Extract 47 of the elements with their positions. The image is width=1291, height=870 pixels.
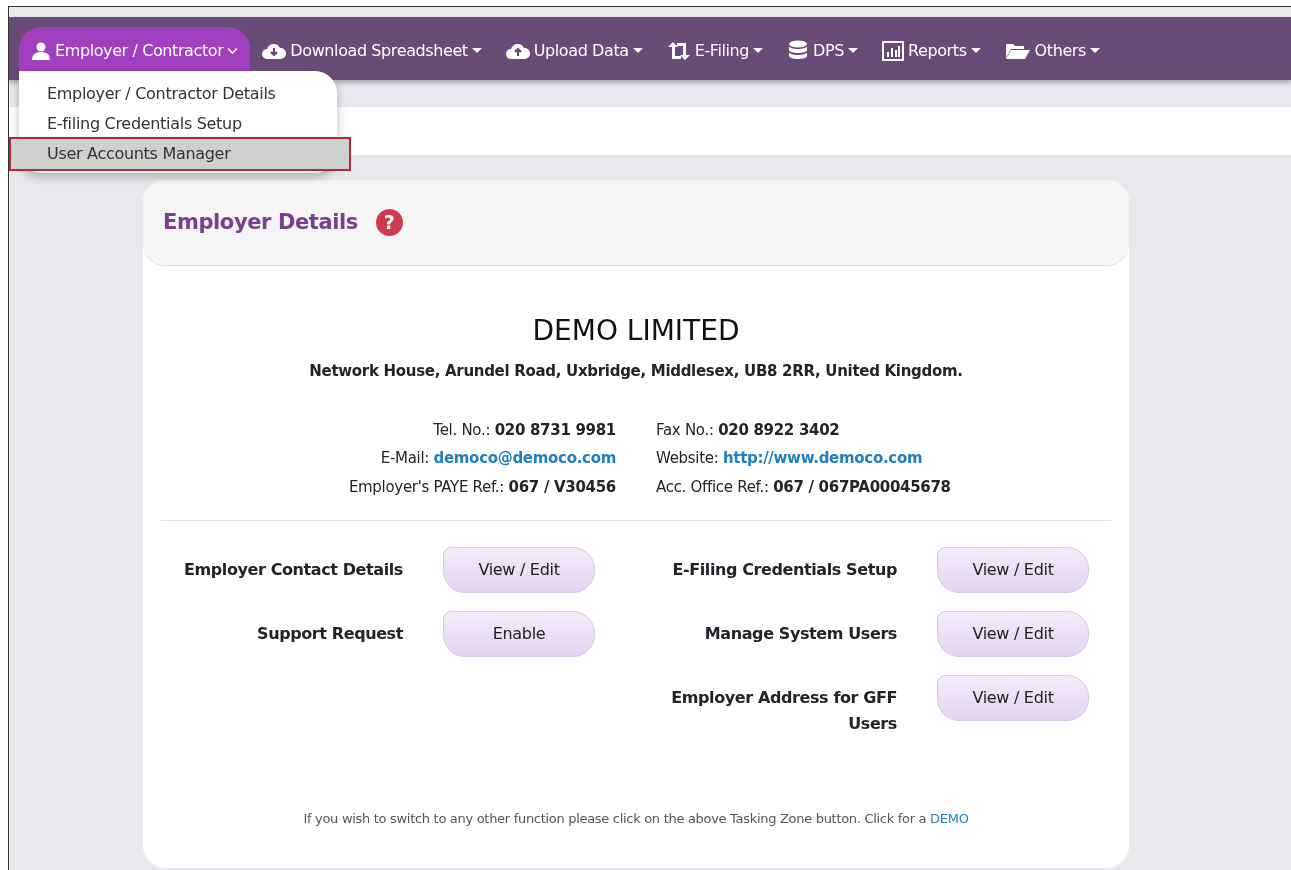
caret-icon [227, 46, 239, 55]
menu-item[interactable]: User Accounts Manager [11, 139, 349, 169]
action-label: Employer Contact Details [182, 559, 403, 581]
info-link[interactable]: democo@democo.com [433, 449, 616, 467]
footer-note: If you wish to switch to any other function please click on the above Tasking Zone button. Click for a DEMO [302, 810, 970, 828]
card-title: Employer Details [163, 209, 358, 236]
folder-open-icon [1004, 41, 1031, 60]
cloud-download-icon [262, 41, 287, 60]
nav-tab[interactable]: E-Filing [654, 27, 776, 80]
nav-tab[interactable]: Download Spreadsheet [250, 27, 494, 80]
menu-item[interactable]: E-filing Credentials Setup [19, 109, 337, 139]
nav-tab[interactable]: Upload Data [493, 27, 655, 80]
nav-tab[interactable]: Others [992, 27, 1112, 80]
company-name: DEMO LIMITED [531, 313, 741, 349]
database-icon [787, 39, 810, 62]
action-label: Manage System Users [703, 623, 897, 645]
action-label: Employer Address for GFF Users [670, 687, 897, 735]
info-field: E-Mail: democo@democo.com [143, 447, 616, 470]
action-button[interactable]: View / Edit [937, 611, 1089, 657]
info-field: Website: http://www.democo.com [656, 447, 1129, 470]
info-field: Fax No.: 020 8922 3402 [656, 418, 1129, 441]
action-label: E-Filing Credentials Setup [671, 559, 897, 581]
cloud-upload-icon [505, 41, 530, 60]
action-button[interactable]: View / Edit [937, 547, 1089, 593]
caret-icon [632, 47, 643, 54]
help-icon[interactable]: ? [375, 209, 403, 236]
caret-icon [471, 47, 482, 54]
info-field: Tel. No.: 020 8731 9981 [143, 418, 616, 441]
action-button[interactable]: View / Edit [937, 675, 1089, 721]
swap-arrows-icon [666, 41, 691, 60]
company-address: Network House, Arundel Road, Uxbridge, Middlesex, UB8 2RR, United Kingdom. [308, 361, 964, 382]
menu-item[interactable]: Employer / Contractor Details [19, 79, 337, 109]
action-label: Support Request [256, 623, 403, 645]
caret-icon [753, 47, 764, 54]
caret-icon [848, 47, 858, 54]
nav-tab[interactable]: Reports [870, 27, 993, 80]
bar-chart-icon [882, 40, 904, 61]
demo-link[interactable]: DEMO [930, 811, 969, 826]
action-button[interactable]: Enable [443, 611, 595, 657]
info-field: Acc. Office Ref.: 067 / 067PA00045678 [656, 475, 1129, 498]
caret-icon [1089, 47, 1100, 54]
caret-icon [970, 47, 981, 54]
action-button[interactable]: View / Edit [443, 547, 595, 593]
info-link[interactable]: http://www.democo.com [722, 449, 923, 467]
nav-tab[interactable]: DPS [775, 27, 870, 80]
user-icon [31, 40, 51, 61]
info-field: Employer's PAYE Ref.: 067 / V30456 [143, 475, 616, 498]
